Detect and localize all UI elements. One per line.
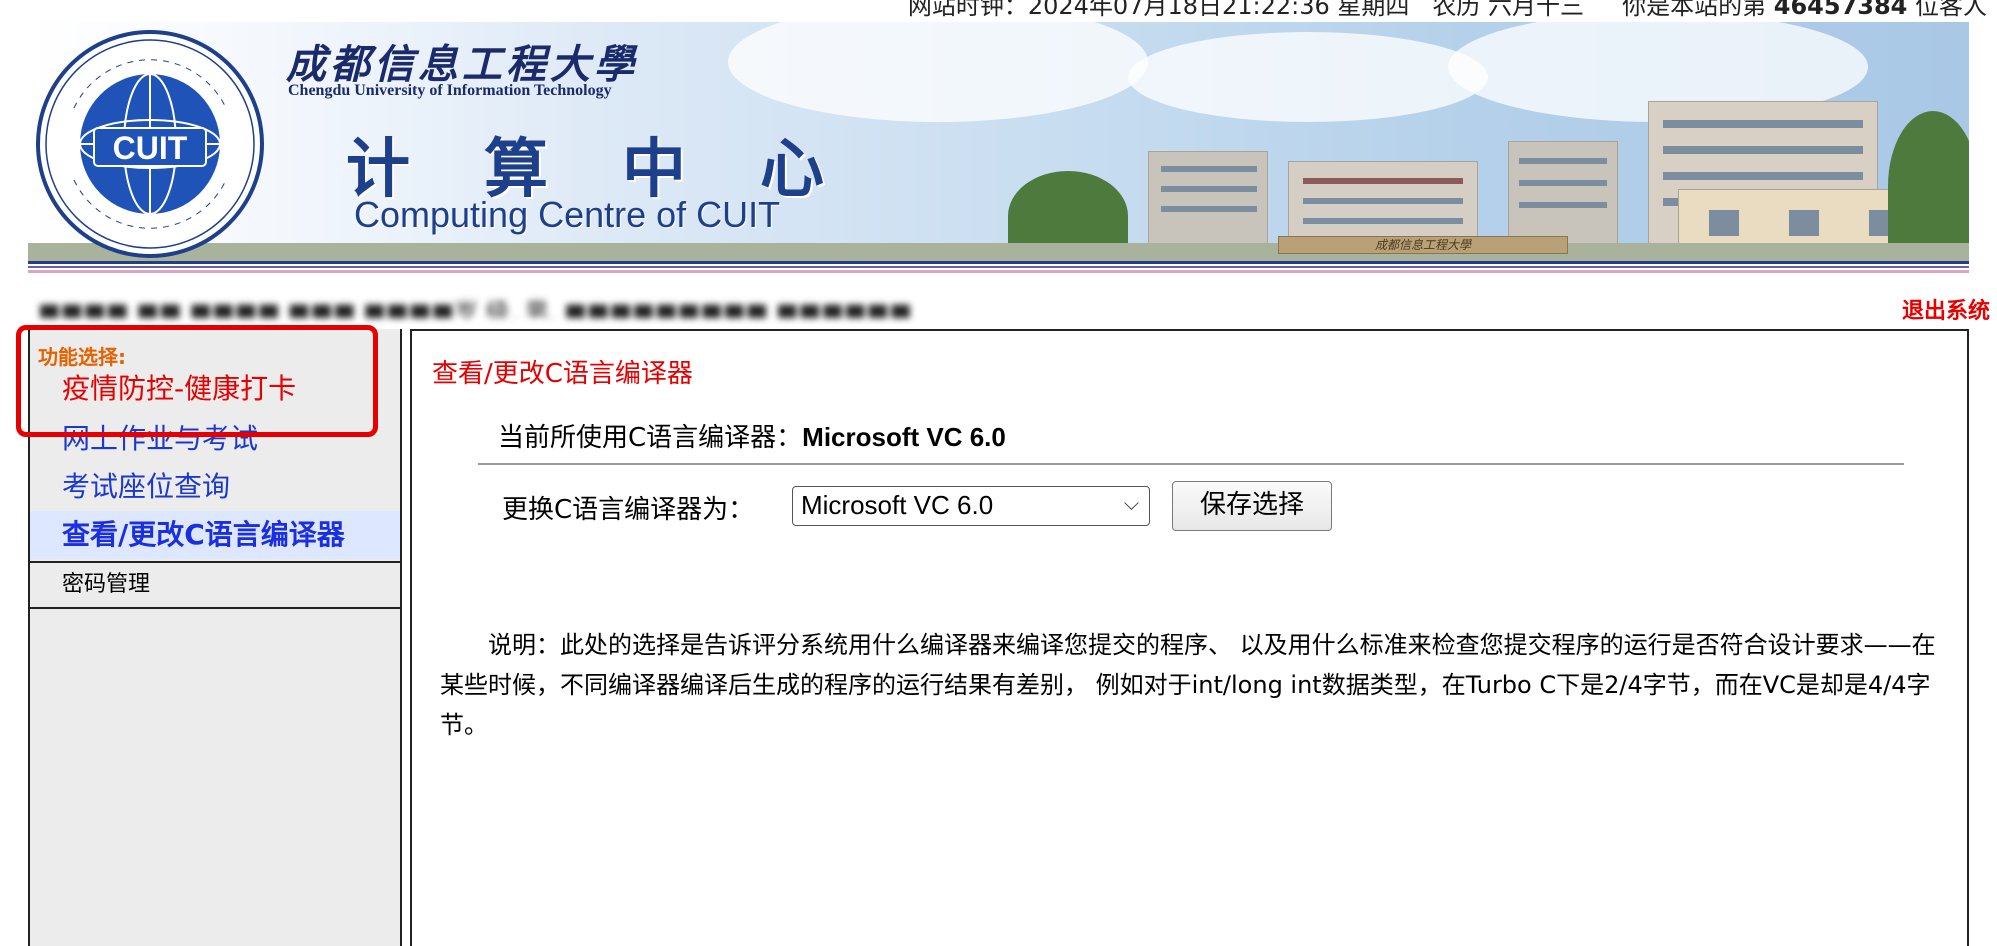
banner-ground (28, 243, 1969, 261)
banner-cloud (1128, 32, 1488, 122)
chevron-down-icon: ⌵ (1123, 493, 1139, 515)
visitor-suffix: 位客人 (1915, 0, 1987, 20)
clock-datetime: 2024年07月18日21:22:36 星期四 (1027, 0, 1410, 20)
banner-cloud (728, 22, 1148, 122)
cuit-logo-icon: CUIT (36, 30, 264, 258)
logo-text: CUIT (113, 130, 188, 166)
current-compiler-row: 当前所使用C语言编译器：Microsoft VC 6.0 (498, 417, 1006, 454)
school-name-en: Chengdu University of Information Techno… (288, 82, 612, 99)
user-info-blurred: ■■■■ ■■ ■■■■ ■■■ ■■■■岁 级, 男, ■■■■■■■■■ ■… (38, 298, 912, 318)
user-info-line: ■■■■ ■■ ■■■■ ■■■ ■■■■岁 级, 男, ■■■■■■■■■ ■… (38, 290, 1938, 320)
banner-sign: 成都信息工程大學 (1278, 236, 1568, 254)
header-banner: 成都信息工程大學 CUIT 成都信息工程大學 Chengdu Universit… (28, 22, 1969, 264)
save-selection-button[interactable]: 保存选择 (1172, 481, 1332, 531)
compiler-select-value: Microsoft VC 6.0 (801, 490, 994, 520)
lunar-date: 农历 六月十三 (1432, 0, 1584, 20)
current-compiler-value: Microsoft VC 6.0 (802, 422, 1006, 452)
clock-label: 网站时钟： (907, 0, 1028, 20)
site-clock-bar: 网站时钟：2024年07月18日21:22:36 星期四 农历 六月十三 你是本… (0, 0, 1997, 20)
banner-tree (1888, 111, 1969, 261)
main-content: 查看/更改C语言编译器 当前所使用C语言编译器：Microsoft VC 6.0… (410, 329, 1969, 946)
menu-item-password[interactable]: 密码管理 (30, 561, 400, 609)
menu-item-exam-seat[interactable]: 考试座位查询 (30, 465, 400, 509)
logout-link[interactable]: 退出系统 (1902, 293, 1990, 325)
page-title: 查看/更改C语言编译器 (432, 359, 693, 389)
highlight-annotation-box (16, 325, 378, 437)
site-clock-text: 网站时钟：2024年07月18日21:22:36 星期四 农历 六月十三 你是本… (908, 0, 1987, 20)
visitor-prefix: 你是本站的第 (1622, 0, 1767, 20)
current-compiler-label: 当前所使用C语言编译器： (498, 423, 803, 453)
banner-divider (28, 266, 1969, 275)
section-divider (478, 463, 1904, 465)
menu-item-compiler-settings[interactable]: 查看/更改C语言编译器 (30, 511, 400, 559)
explanation-note: 说明：此处的选择是告诉评分系统用什么编译器来编译您提交的程序、 以及用什么标准来… (440, 631, 1936, 739)
centre-name-en: Computing Centre of CUIT (354, 194, 781, 235)
compiler-select[interactable]: Microsoft VC 6.0 ⌵ (792, 486, 1150, 526)
change-compiler-label: 更换C语言编译器为： (502, 495, 755, 525)
visitor-count: 46457384 (1773, 0, 1908, 20)
